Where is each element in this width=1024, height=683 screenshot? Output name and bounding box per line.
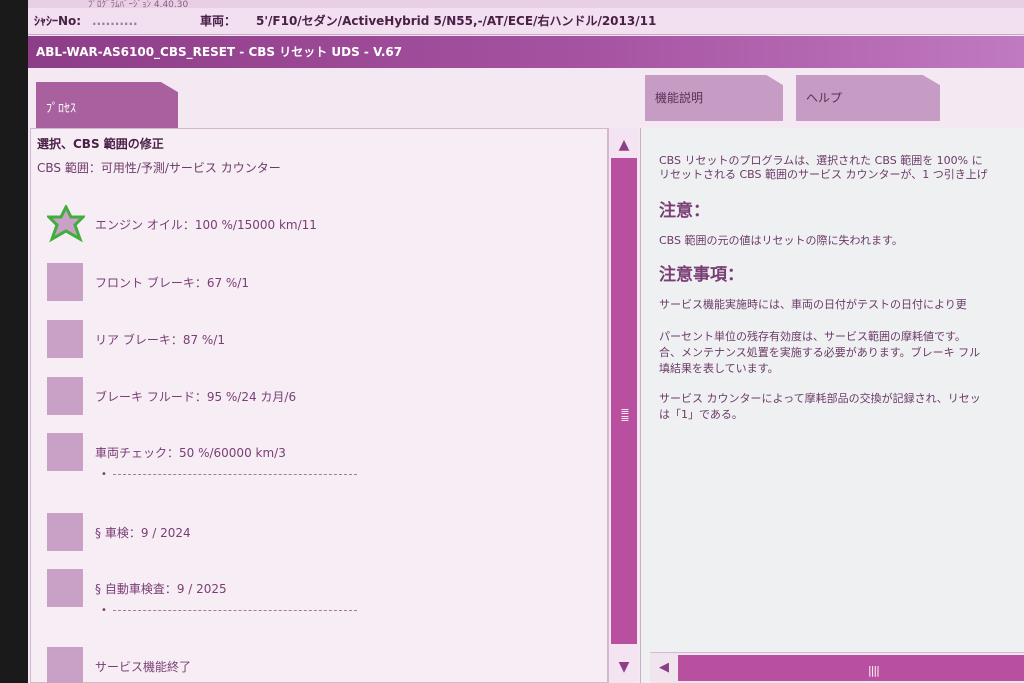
scroll-down-icon[interactable]: ▼ bbox=[613, 656, 635, 678]
note-text: 合、メンテナンス処置を実施する必要があります。ブレーキ フル bbox=[659, 346, 981, 359]
checkbox[interactable] bbox=[47, 569, 83, 607]
note-text: サービス カウンターによって摩耗部品の交換が記録され、リセッ bbox=[659, 392, 981, 405]
cbs-item-service-end[interactable]: サービス機能終了 bbox=[47, 647, 587, 683]
cbs-item-label: 車両チェック：50 %/60000 km/3 bbox=[95, 446, 286, 460]
note-text: サービス機能実施時には、車両の日付がテストの日付により更 bbox=[659, 298, 967, 311]
scroll-up-icon[interactable]: ▲ bbox=[613, 134, 635, 156]
cbs-item-label: § 車検：9 / 2024 bbox=[95, 526, 191, 540]
divider: • bbox=[101, 605, 357, 616]
cbs-item-label: フロント ブレーキ：67 %/1 bbox=[95, 276, 249, 290]
checkbox[interactable] bbox=[47, 263, 83, 301]
cbs-item-engine-oil[interactable]: エンジン オイル：100 %/15000 km/11 bbox=[47, 205, 587, 245]
note-text: 填結果を表しています。 bbox=[659, 362, 779, 375]
note-text: は「1」である。 bbox=[659, 408, 743, 421]
checkbox[interactable] bbox=[47, 647, 83, 683]
chassis-value: .......... bbox=[92, 14, 138, 28]
checkbox[interactable] bbox=[47, 433, 83, 471]
checkbox[interactable] bbox=[47, 377, 83, 415]
note-text: パーセント単位の残存有効度は、サービス範囲の摩耗値です。 bbox=[659, 330, 966, 343]
notes-heading: 注意事項： bbox=[659, 265, 744, 285]
checkbox[interactable] bbox=[47, 513, 83, 551]
scroll-track[interactable]: |||| bbox=[678, 655, 1024, 681]
vehicle-label: 車両： bbox=[200, 14, 237, 28]
tab-help[interactable]: ヘルプ bbox=[796, 75, 940, 121]
cbs-item-label: ブレーキ フルード：95 %/24 カ月/6 bbox=[95, 390, 297, 404]
tab-function-description[interactable]: 機能説明 bbox=[645, 75, 783, 121]
divider: • bbox=[101, 469, 357, 480]
scroll-grip-icon[interactable]: ≡ ≡ bbox=[618, 406, 632, 424]
horizontal-scrollbar[interactable]: ◀ |||| bbox=[650, 652, 1024, 683]
cbs-item-vehicle-check[interactable]: 車両チェック：50 %/60000 km/3 bbox=[47, 433, 587, 473]
cbs-item-label: リア ブレーキ：87 %/1 bbox=[95, 333, 225, 347]
panel-subheading: CBS 範囲：可用性/予測/サービス カウンター bbox=[37, 161, 281, 175]
star-icon bbox=[47, 205, 85, 243]
vertical-scrollbar[interactable]: ▲ ≡ ≡ ▼ bbox=[608, 128, 638, 683]
chassis-label: ｼｬｼｰNo: bbox=[34, 14, 82, 28]
vehicle-value: 5'/F10/セダン/ActiveHybrid 5/N55,-/AT/ECE/右… bbox=[256, 14, 657, 28]
scroll-track[interactable]: ≡ ≡ bbox=[611, 158, 637, 644]
caution-heading: 注意： bbox=[659, 201, 710, 221]
checkbox[interactable] bbox=[47, 320, 83, 358]
cbs-selection-panel: 選択、CBS 範囲の修正 CBS 範囲：可用性/予測/サービス カウンター エン… bbox=[30, 128, 608, 683]
cbs-item-label: § 自動車検査：9 / 2025 bbox=[95, 582, 227, 596]
cbs-item-brake-fluid[interactable]: ブレーキ フルード：95 %/24 カ月/6 bbox=[47, 377, 587, 417]
description-panel: CBS リセットのプログラムは、選択された CBS 範囲を 100% に リセッ… bbox=[640, 128, 1024, 683]
cbs-item-front-brake[interactable]: フロント ブレーキ：67 %/1 bbox=[47, 263, 587, 303]
intro-text: リセットされる CBS 範囲のサービス カウンターが、1 つ引き上げ bbox=[659, 168, 988, 181]
panel-heading: 選択、CBS 範囲の修正 bbox=[37, 137, 164, 151]
cbs-item-label: サービス機能終了 bbox=[95, 660, 192, 674]
function-title-bar: ABL-WAR-AS6100_CBS_RESET - CBS リセット UDS … bbox=[28, 36, 1024, 68]
vehicle-info-bar: ｼｬｼｰNo: .......... 車両： 5'/F10/セダン/Active… bbox=[28, 8, 1024, 35]
scroll-grip-icon[interactable]: |||| bbox=[868, 664, 880, 677]
diagnostic-screen: ﾌﾟﾛｸﾞﾗﾑﾊﾞｰｼﾞｮﾝ 4.40.30 ｼｬｼｰNo: .........… bbox=[28, 0, 1024, 683]
cbs-item-vehicle-inspection[interactable]: § 自動車検査：9 / 2025 bbox=[47, 569, 587, 609]
cbs-item-label: エンジン オイル：100 %/15000 km/11 bbox=[95, 218, 317, 232]
tab-process[interactable]: ﾌﾟﾛｾｽ bbox=[36, 82, 178, 128]
cbs-item-rear-brake[interactable]: リア ブレーキ：87 %/1 bbox=[47, 320, 587, 360]
cbs-item-inspection[interactable]: § 車検：9 / 2024 bbox=[47, 513, 587, 553]
scroll-left-icon[interactable]: ◀ bbox=[654, 657, 674, 679]
caution-text: CBS 範囲の元の値はリセットの際に失われます。 bbox=[659, 234, 903, 247]
